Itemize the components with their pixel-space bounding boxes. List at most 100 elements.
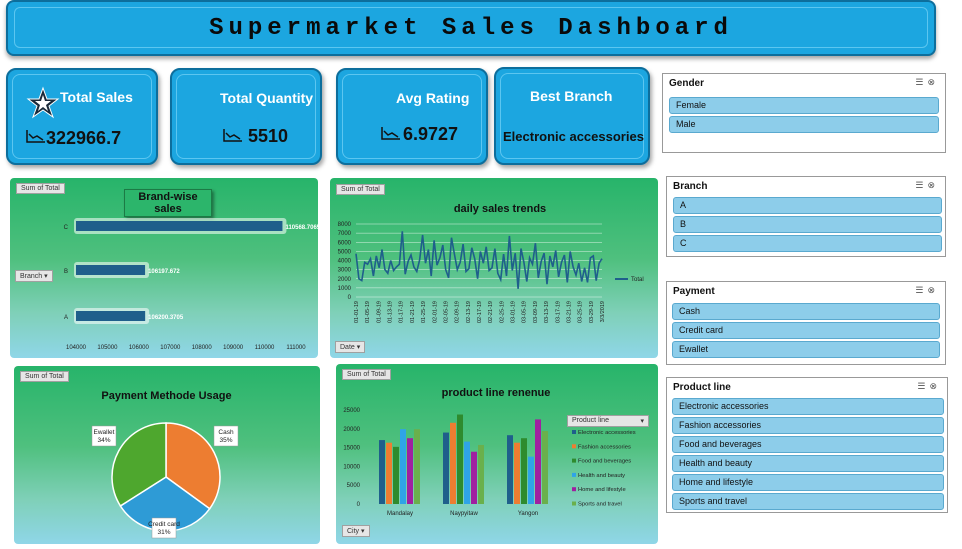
y-tick-label: 3000 <box>338 268 352 274</box>
trend-line-icon <box>26 130 45 143</box>
slicer-item-male[interactable]: Male <box>669 116 939 133</box>
multi-select-icon[interactable]: ☰ <box>915 77 927 87</box>
column-bar <box>400 429 406 504</box>
trend-line-icon <box>223 129 242 142</box>
column-bar <box>443 432 449 504</box>
slicer-item-credit-card[interactable]: Credit card <box>672 322 940 339</box>
slicer-item-b[interactable]: B <box>673 216 942 233</box>
brand-wise-sales-plot: 104000 105000 106000 107000 108000 109000 1100… <box>64 218 318 351</box>
column-bar <box>464 441 470 504</box>
slicer-title: Gender <box>669 78 705 89</box>
multi-select-icon[interactable]: ☰ <box>915 180 927 190</box>
x-tick-label: 01-25-19 <box>421 301 427 323</box>
multi-select-icon[interactable]: ☰ <box>917 381 929 391</box>
bar <box>76 311 146 321</box>
slice-label: Ewallet <box>94 429 115 436</box>
x-tick-label: 02-17-19 <box>477 301 483 323</box>
kpi-value: 6.9727 <box>403 124 459 144</box>
slicer-header-icons: ☰⊗ <box>915 77 939 88</box>
legend-label: Fashion accessories <box>578 444 631 450</box>
x-tick-label: 03-25-19 <box>578 301 584 323</box>
slicer-item-female[interactable]: Female <box>669 97 939 114</box>
data-label: 110568.7065 <box>285 225 318 231</box>
x-tick-label: 03-13-19 <box>544 301 550 323</box>
slicer-item-fashion-accessories[interactable]: Fashion accessories <box>672 417 944 434</box>
y-tick-label: 2000 <box>338 277 352 283</box>
slice-label: Cash <box>218 429 234 436</box>
slicer-item-sports-and-travel[interactable]: Sports and travel <box>672 493 944 510</box>
x-tick-label: 03-09-19 <box>533 301 539 323</box>
daily-sales-trends-chart[interactable]: Sum of Total daily sales trends Date ▾ 8… <box>330 178 658 358</box>
kpi-inner-border <box>500 73 644 159</box>
column-bar <box>521 438 527 504</box>
product-line-slicer: Product line ☰⊗ Electronic accessories F… <box>666 377 948 513</box>
slice-percent: 31% <box>157 529 170 536</box>
y-tick-label: 15000 <box>343 446 360 452</box>
multi-select-icon[interactable]: ☰ <box>915 285 927 295</box>
category-label: B <box>64 269 68 275</box>
x-tick-label: 02-13-19 <box>466 301 472 323</box>
payment-slicer: Payment ☰⊗ Cash Credit card Ewallet <box>666 281 946 365</box>
x-tick-label: 01-21-19 <box>410 301 416 323</box>
daily-sales-plot: 8000 7000 6000 5000 4000 3000 2000 1000 001-01-1… <box>338 222 644 323</box>
legend-swatch <box>572 501 576 506</box>
x-tick-label: 01-17-19 <box>399 301 405 323</box>
clear-filter-icon[interactable]: ⊗ <box>929 381 941 391</box>
x-tick-label: 03-21-19 <box>566 301 572 323</box>
y-tick-label: 20000 <box>343 427 360 433</box>
slicer-item-electronic-accessories[interactable]: Electronic accessories <box>672 398 944 415</box>
slicer-header-icons: ☰⊗ <box>915 285 939 296</box>
brand-wise-sales-chart[interactable]: Sum of Total Brand-wise sales Branch ▾ 1… <box>10 178 318 358</box>
x-tick-label: 02-01-19 <box>432 301 438 323</box>
kpi-best-branch: Best Branch Electronic accessories <box>494 67 650 165</box>
bar <box>76 265 146 275</box>
kpi-value: Electronic accessories <box>503 129 644 144</box>
y-tick-label: 0 <box>348 295 352 301</box>
data-label: 106197.672 <box>148 269 180 275</box>
data-label: 106200.3705 <box>148 315 184 321</box>
clear-filter-icon[interactable]: ⊗ <box>927 285 939 295</box>
y-tick-label: 5000 <box>338 249 352 255</box>
clear-filter-icon[interactable]: ⊗ <box>927 77 939 87</box>
slicer-item-health-and-beauty[interactable]: Health and beauty <box>672 455 944 472</box>
gender-slicer: Gender ☰⊗ Female Male <box>662 73 946 153</box>
slicer-item-a[interactable]: A <box>673 197 942 214</box>
slicer-item-food-and-beverages[interactable]: Food and beverages <box>672 436 944 453</box>
legend-label: Sports and travel <box>578 502 622 508</box>
y-tick-label: 25000 <box>343 408 360 414</box>
kpi-value: 5510 <box>248 126 289 146</box>
product-line-revenue-plot: 25000 20000 15000 10000 5000 0 Mandalay Naypyit… <box>343 408 635 517</box>
product-line-revenue-chart[interactable]: Sum of Total product line renenue Produc… <box>336 364 658 544</box>
slicer-item-home-and-lifestyle[interactable]: Home and lifestyle <box>672 474 944 491</box>
slicer-item-ewallet[interactable]: Ewallet <box>672 341 940 358</box>
column-bar <box>379 440 385 504</box>
slicer-item-cash[interactable]: Cash <box>672 303 940 320</box>
x-tick-label: 02-21-19 <box>488 301 494 323</box>
category-label: C <box>64 225 69 231</box>
x-tick-label: 111000 <box>286 345 306 351</box>
star-icon <box>26 86 60 119</box>
slicer-title: Product line <box>673 382 731 393</box>
slice-label: Credit card <box>148 521 180 528</box>
legend-swatch <box>572 487 576 492</box>
y-tick-label: 6000 <box>338 240 352 246</box>
kpi-total-quantity: Total Quantity 5510 <box>170 68 322 165</box>
y-tick-label: 5000 <box>347 483 361 489</box>
kpi-label: Total Quantity <box>220 90 314 106</box>
x-tick-label: 105000 <box>97 345 118 351</box>
x-tick-label: 3/3/2019 <box>600 301 606 322</box>
clear-filter-icon[interactable]: ⊗ <box>927 180 939 190</box>
legend-label: Food and beverages <box>578 459 631 465</box>
column-bar <box>507 435 513 504</box>
y-tick-label: 8000 <box>338 222 352 228</box>
slicer-item-c[interactable]: C <box>673 235 942 252</box>
payment-pie-plot: Cash35% Credit card31% Ewallet34% <box>91 422 239 539</box>
y-tick-label: 4000 <box>338 259 352 265</box>
column-bar <box>450 422 456 504</box>
category-label: A <box>64 315 68 321</box>
column-bar <box>407 438 413 504</box>
column-bar <box>386 442 392 504</box>
slicer-title: Payment <box>673 286 715 297</box>
x-tick-label: 03-17-19 <box>555 301 561 323</box>
payment-method-usage-chart[interactable]: Sum of Total Payment Methode Usage Cash 3… <box>14 366 320 544</box>
